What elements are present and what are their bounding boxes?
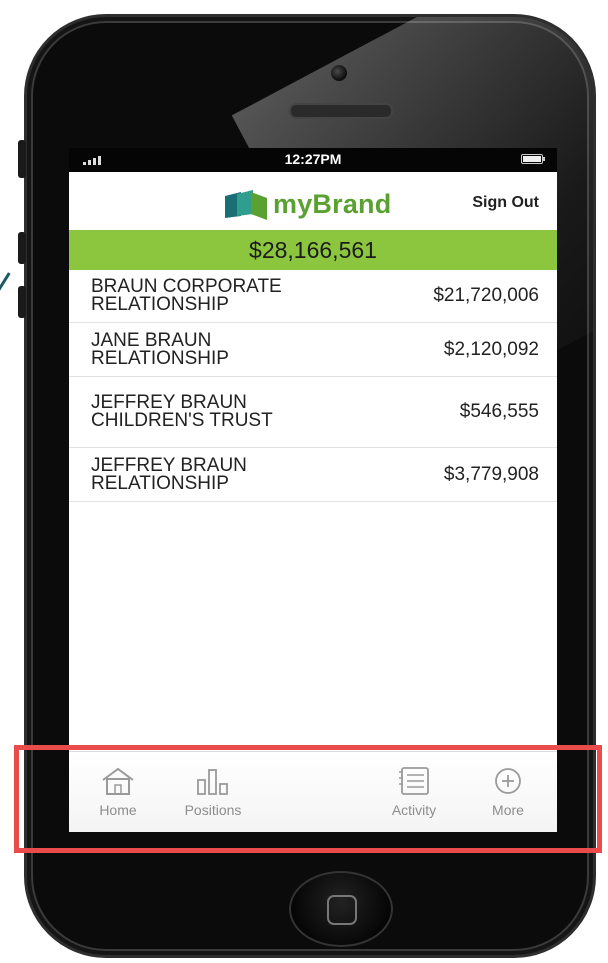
tab-positions-label: Positions: [184, 802, 242, 818]
phone-screen: 12:27PM myBrand Sign Out $28,166,561 BRA…: [69, 148, 557, 832]
account-row[interactable]: BRAUN CORPORATE RELATIONSHIP $21,720,006: [69, 270, 557, 323]
account-name: BRAUN CORPORATE RELATIONSHIP: [91, 276, 282, 315]
account-value: $2,120,092: [443, 338, 539, 360]
account-name: JEFFREY BRAUN RELATIONSHIP: [91, 454, 247, 494]
account-list: BRAUN CORPORATE RELATIONSHIP $21,720,006…: [69, 270, 557, 502]
account-name: JANE BRAUN RELATIONSHIP: [91, 329, 229, 369]
tab-more[interactable]: More: [483, 766, 533, 818]
account-row[interactable]: JEFFREY BRAUN RELATIONSHIP $3,779,908: [69, 448, 557, 502]
bar-chart-icon: [197, 769, 228, 795]
battery-icon: [521, 154, 545, 164]
tab-bar: Home Positions Activity More: [69, 751, 557, 832]
account-row[interactable]: JEFFREY BRAUN CHILDREN'S TRUST $546,555: [69, 377, 557, 448]
list-icon: [399, 767, 429, 795]
earpiece-speaker: [289, 103, 393, 119]
tab-activity-label: Activity: [391, 802, 437, 818]
brand-logo: myBrand: [225, 189, 391, 220]
tab-home-label: Home: [99, 802, 137, 818]
home-button-square-icon: [327, 895, 357, 925]
volume-up-button: [18, 232, 26, 264]
status-bar: 12:27PM: [69, 148, 557, 172]
tab-activity[interactable]: Activity: [381, 766, 447, 818]
account-row[interactable]: JANE BRAUN RELATIONSHIP $2,120,092: [69, 323, 557, 377]
slash-mark: [0, 268, 14, 308]
book-logo-icon: [225, 189, 267, 220]
account-value: $546,555: [459, 401, 539, 422]
home-icon: [102, 767, 134, 795]
plus-circle-icon: [495, 768, 521, 794]
mute-switch: [18, 140, 26, 178]
tab-home[interactable]: Home: [93, 766, 143, 818]
tab-positions[interactable]: Positions: [173, 766, 253, 818]
account-value: $3,779,908: [443, 463, 539, 485]
front-camera: [331, 65, 347, 81]
hardware-home-button[interactable]: [289, 871, 393, 947]
total-value-bar: $28,166,561: [69, 230, 557, 270]
volume-down-button: [18, 286, 26, 318]
app-header: myBrand Sign Out: [69, 172, 557, 230]
sign-out-link[interactable]: Sign Out: [472, 194, 539, 212]
tab-more-label: More: [492, 802, 524, 818]
account-name: JEFFREY BRAUN CHILDREN'S TRUST: [91, 392, 273, 431]
brand-name: myBrand: [273, 189, 392, 219]
account-value: $21,720,006: [433, 285, 539, 306]
status-time: 12:27PM: [284, 151, 342, 167]
